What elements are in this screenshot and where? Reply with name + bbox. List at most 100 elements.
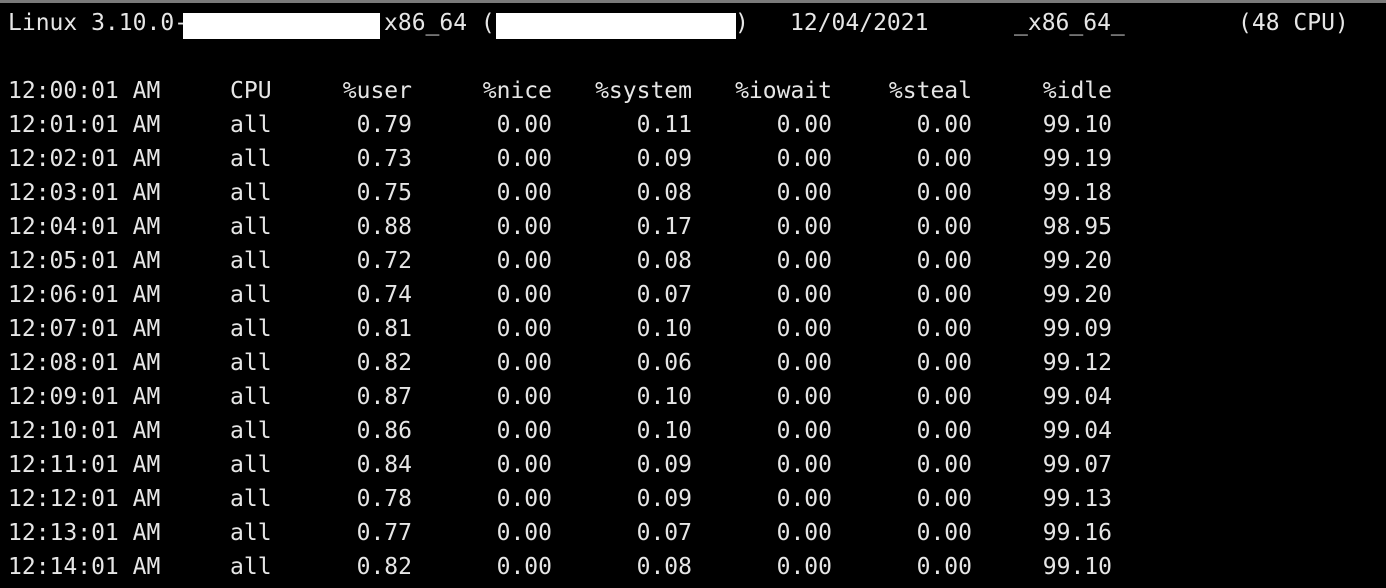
cell-user: 0.79	[356, 112, 412, 138]
table-row: 12:09:01 AM all 0.87 0.00 0.10 0.00 0.00 99.04	[0, 380, 1386, 414]
cell-system: 0.17	[636, 214, 692, 240]
redacted-hostname	[496, 13, 736, 39]
cell-cpu: all	[230, 112, 272, 138]
table-row: 12:04:01 AM all 0.88 0.00 0.17 0.00 0.00 98.95	[0, 210, 1386, 244]
table-row: 12:05:01 AM all 0.72 0.00 0.08 0.00 0.00 99.20	[0, 244, 1386, 278]
redacted-kernel-release	[183, 13, 380, 39]
report-date: 12/04/2021	[790, 10, 929, 36]
table-row: 12:13:01 AM all 0.77 0.00 0.07 0.00 0.00 99.16	[0, 516, 1386, 550]
cell-idle: 99.04	[1042, 418, 1112, 444]
header-nice: %nice	[482, 78, 552, 104]
cell-user: 0.82	[356, 350, 412, 376]
cell-idle: 99.07	[1042, 452, 1112, 478]
header-user: %user	[342, 78, 412, 104]
cell-user: 0.78	[356, 486, 412, 512]
cell-nice: 0.00	[496, 520, 552, 546]
cell-idle: 99.16	[1042, 520, 1112, 546]
cell-idle: 99.04	[1042, 384, 1112, 410]
cell-iowait: 0.00	[776, 146, 832, 172]
cell-nice: 0.00	[496, 112, 552, 138]
cell-iowait: 0.00	[776, 248, 832, 274]
cell-idle: 99.10	[1042, 554, 1112, 580]
cell-system: 0.08	[636, 554, 692, 580]
cell-time: 12:07:01 AM	[8, 316, 161, 342]
cell-cpu: all	[230, 180, 272, 206]
cell-user: 0.72	[356, 248, 412, 274]
table-row: 12:08:01 AM all 0.82 0.00 0.06 0.00 0.00 99.12	[0, 346, 1386, 380]
cell-cpu: all	[230, 554, 272, 580]
cell-iowait: 0.00	[776, 384, 832, 410]
cell-iowait: 0.00	[776, 418, 832, 444]
cell-user: 0.73	[356, 146, 412, 172]
cell-iowait: 0.00	[776, 554, 832, 580]
cell-nice: 0.00	[496, 146, 552, 172]
close-paren: )	[735, 10, 749, 36]
cell-cpu: all	[230, 418, 272, 444]
cpu-count: (48 CPU)	[1238, 10, 1349, 36]
cell-steal: 0.00	[916, 384, 972, 410]
cell-cpu: all	[230, 350, 272, 376]
cell-user: 0.88	[356, 214, 412, 240]
cell-system: 0.10	[636, 316, 692, 342]
cell-nice: 0.00	[496, 384, 552, 410]
sar-header-line: Linux 3.10.0- x86_64 ( ) 12/04/2021 _x86…	[0, 6, 1386, 40]
cell-user: 0.86	[356, 418, 412, 444]
cell-idle: 99.20	[1042, 282, 1112, 308]
cell-time: 12:04:01 AM	[8, 214, 161, 240]
cell-nice: 0.00	[496, 350, 552, 376]
table-header-row: 12:00:01 AM CPU %user %nice %system %iow…	[0, 74, 1386, 108]
table-row: 12:07:01 AM all 0.81 0.00 0.10 0.00 0.00 99.09	[0, 312, 1386, 346]
cell-steal: 0.00	[916, 486, 972, 512]
cell-idle: 99.18	[1042, 180, 1112, 206]
cell-cpu: all	[230, 452, 272, 478]
cell-steal: 0.00	[916, 418, 972, 444]
cell-system: 0.09	[636, 452, 692, 478]
cell-steal: 0.00	[916, 146, 972, 172]
cell-cpu: all	[230, 248, 272, 274]
cell-time: 12:08:01 AM	[8, 350, 161, 376]
terminal-output[interactable]: Linux 3.10.0- x86_64 ( ) 12/04/2021 _x86…	[0, 0, 1386, 588]
cell-user: 0.74	[356, 282, 412, 308]
table-row: 12:12:01 AM all 0.78 0.00 0.09 0.00 0.00 99.13	[0, 482, 1386, 516]
cell-steal: 0.00	[916, 520, 972, 546]
cell-system: 0.08	[636, 180, 692, 206]
cell-time: 12:14:01 AM	[8, 554, 161, 580]
header-time: 12:00:01 AM	[8, 78, 161, 104]
cell-time: 12:03:01 AM	[8, 180, 161, 206]
cell-cpu: all	[230, 282, 272, 308]
cell-steal: 0.00	[916, 554, 972, 580]
cell-time: 12:02:01 AM	[8, 146, 161, 172]
header-cpu: CPU	[230, 78, 272, 104]
cell-idle: 99.09	[1042, 316, 1112, 342]
cell-iowait: 0.00	[776, 180, 832, 206]
cell-user: 0.84	[356, 452, 412, 478]
cell-nice: 0.00	[496, 418, 552, 444]
cell-system: 0.08	[636, 248, 692, 274]
cell-system: 0.10	[636, 418, 692, 444]
cell-steal: 0.00	[916, 452, 972, 478]
cell-system: 0.07	[636, 282, 692, 308]
table-row: 12:01:01 AM all 0.79 0.00 0.11 0.00 0.00 99.10	[0, 108, 1386, 142]
cell-steal: 0.00	[916, 282, 972, 308]
kernel-version: Linux 3.10.0-	[8, 10, 189, 36]
cell-iowait: 0.00	[776, 452, 832, 478]
cell-idle: 99.13	[1042, 486, 1112, 512]
cell-time: 12:09:01 AM	[8, 384, 161, 410]
cell-nice: 0.00	[496, 282, 552, 308]
cell-iowait: 0.00	[776, 282, 832, 308]
cell-nice: 0.00	[496, 316, 552, 342]
architecture: _x86_64_	[1014, 10, 1125, 36]
header-iowait: %iowait	[735, 78, 832, 104]
table-row: 12:14:01 AM all 0.82 0.00 0.08 0.00 0.00 99.10	[0, 550, 1386, 584]
cell-steal: 0.00	[916, 248, 972, 274]
cell-steal: 0.00	[916, 214, 972, 240]
cell-idle: 99.19	[1042, 146, 1112, 172]
cell-user: 0.77	[356, 520, 412, 546]
cell-time: 12:10:01 AM	[8, 418, 161, 444]
header-system: %system	[595, 78, 692, 104]
cell-iowait: 0.00	[776, 316, 832, 342]
cell-steal: 0.00	[916, 316, 972, 342]
cell-cpu: all	[230, 520, 272, 546]
arch-open-paren: x86_64 (	[384, 10, 495, 36]
cell-cpu: all	[230, 486, 272, 512]
